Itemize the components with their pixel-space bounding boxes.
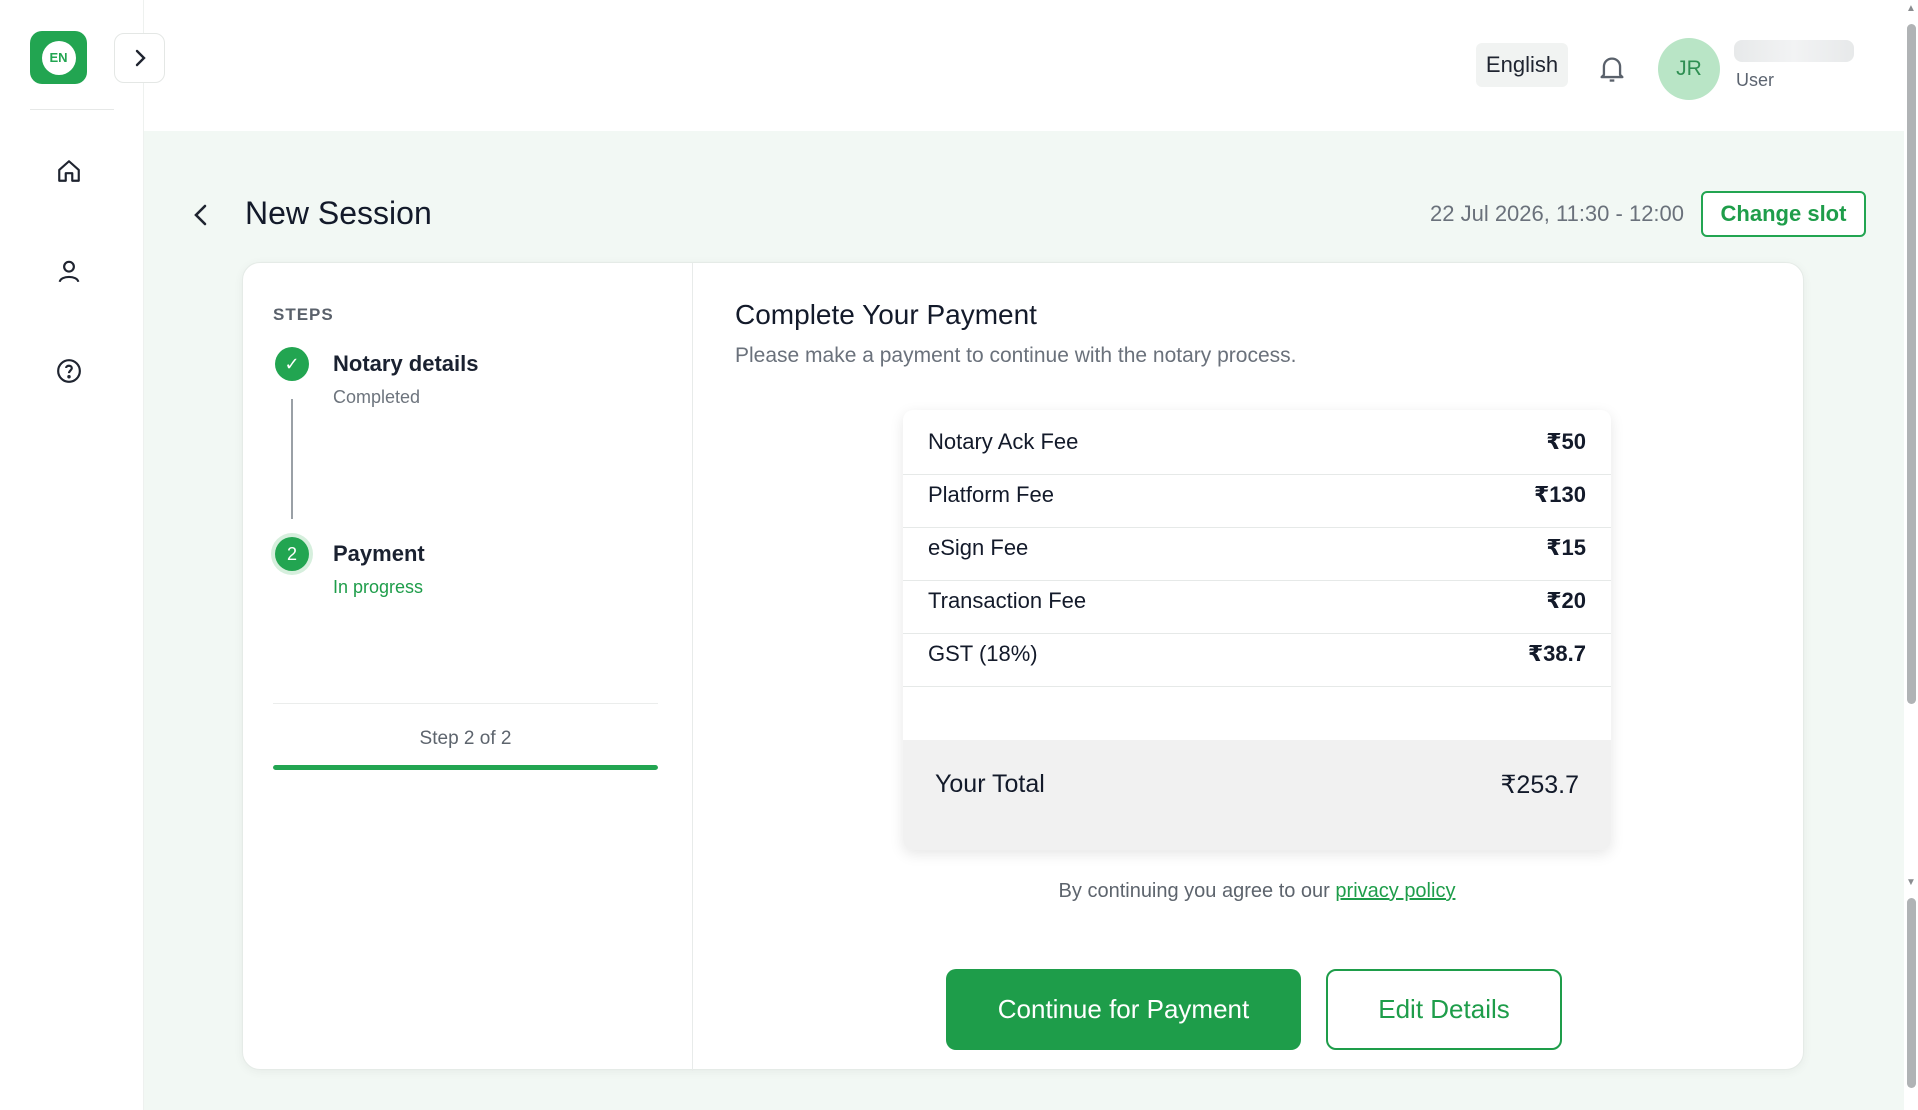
- avatar[interactable]: JR: [1658, 38, 1720, 100]
- steps-progress-bar: [273, 765, 658, 770]
- fee-amount: ₹50: [1546, 429, 1586, 454]
- main-content: New Session 22 Jul 2026, 11:30 - 12:00 C…: [144, 131, 1904, 1110]
- home-icon[interactable]: [54, 156, 84, 186]
- continue-for-payment-button[interactable]: Continue for Payment: [946, 969, 1301, 1050]
- fee-amount: ₹15: [1546, 535, 1586, 560]
- fee-row: GST (18%) ₹38.7: [903, 622, 1611, 687]
- page-scrollbar[interactable]: ▲ ▼: [1904, 0, 1918, 1110]
- steps-divider: [273, 703, 658, 704]
- logo-text: EN: [41, 40, 76, 75]
- language-selector[interactable]: English: [1476, 43, 1568, 87]
- sidebar: EN: [0, 0, 144, 1110]
- user-name-redacted: [1734, 40, 1854, 62]
- fee-name: GST (18%): [928, 641, 1038, 666]
- sidebar-expand-button[interactable]: [114, 33, 165, 83]
- agreement-label: By continuing you agree to our: [1058, 880, 1336, 902]
- top-header: English JR User: [144, 0, 1904, 131]
- steps-panel: STEPS ✓ Notary details Completed 2 Payme…: [243, 263, 693, 1071]
- fee-name: Transaction Fee: [928, 588, 1087, 613]
- session-card: STEPS ✓ Notary details Completed 2 Payme…: [242, 262, 1804, 1071]
- step-title[interactable]: Payment: [333, 541, 425, 567]
- step-connector: [291, 399, 293, 519]
- total-label: Your Total: [935, 770, 1045, 798]
- scroll-thumb-lower[interactable]: [1907, 898, 1916, 1088]
- page-title: New Session: [245, 195, 432, 231]
- steps-progress-fill: [273, 765, 658, 770]
- fee-amount: ₹20: [1546, 588, 1586, 613]
- step-complete-check-icon: ✓: [275, 347, 309, 381]
- fee-name: Notary Ack Fee: [928, 429, 1079, 454]
- payment-subtitle: Please make a payment to continue with t…: [735, 344, 1297, 367]
- scroll-down-icon[interactable]: ▼: [1906, 878, 1916, 888]
- chevron-right-icon: [135, 49, 146, 67]
- change-slot-button[interactable]: Change slot: [1701, 191, 1866, 237]
- edit-details-button[interactable]: Edit Details: [1326, 969, 1562, 1050]
- step-counter: Step 2 of 2: [419, 728, 512, 749]
- step-number: 2: [275, 537, 309, 571]
- scroll-thumb[interactable]: [1907, 24, 1916, 704]
- app-logo[interactable]: EN: [30, 31, 87, 84]
- agreement-text: By continuing you agree to our privacy p…: [903, 880, 1611, 903]
- scroll-up-icon[interactable]: ▲: [1906, 4, 1916, 14]
- step-status: In progress: [333, 577, 424, 597]
- user-role: User: [1736, 70, 1775, 90]
- user-icon[interactable]: [54, 256, 84, 286]
- fee-table: Notary Ack Fee ₹50 Platform Fee ₹130 eSi…: [903, 410, 1611, 850]
- privacy-policy-link[interactable]: privacy policy: [1335, 880, 1455, 902]
- session-slot: 22 Jul 2026, 11:30 - 12:00: [1430, 201, 1685, 226]
- back-button[interactable]: [190, 201, 212, 229]
- fee-name: Platform Fee: [928, 482, 1054, 507]
- chevron-left-icon: [194, 204, 207, 226]
- total-amount: ₹253.7: [1500, 771, 1579, 799]
- total-row: Your Total ₹253.7: [903, 740, 1611, 850]
- fee-amount: ₹130: [1533, 482, 1586, 507]
- step-title[interactable]: Notary details: [333, 351, 479, 377]
- fee-name: eSign Fee: [928, 535, 1029, 560]
- help-icon[interactable]: [54, 356, 84, 386]
- fee-amount: ₹38.7: [1527, 641, 1586, 666]
- step-status: Completed: [333, 387, 421, 407]
- steps-heading: STEPS: [273, 305, 334, 324]
- payment-title: Complete Your Payment: [735, 299, 1037, 330]
- sidebar-divider: [30, 109, 114, 110]
- bell-icon[interactable]: [1598, 54, 1626, 84]
